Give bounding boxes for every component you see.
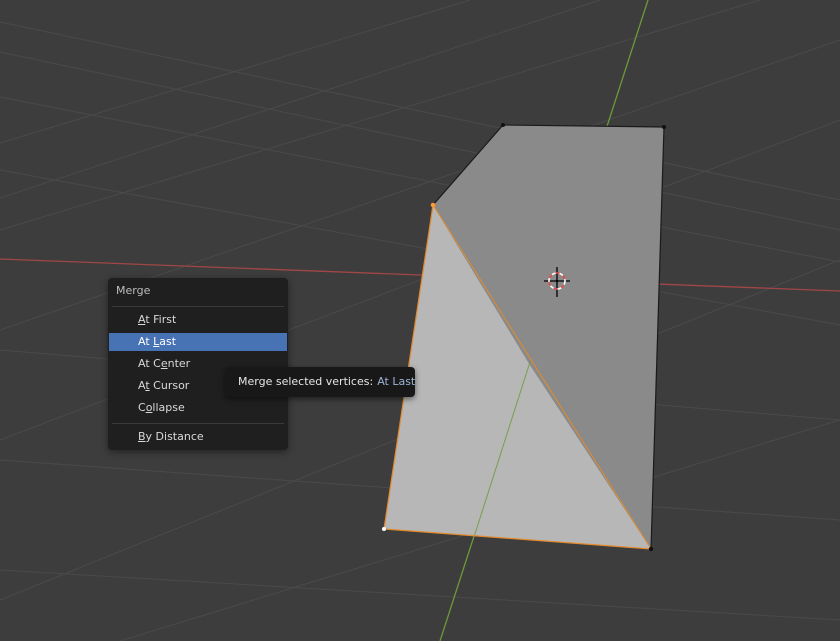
menu-item-label: nter <box>167 357 191 370</box>
active-vertex[interactable] <box>430 202 436 208</box>
menu-item-hotkey: B <box>138 430 146 443</box>
menu-item-label: t First <box>145 313 177 326</box>
tooltip-value: At Last <box>377 375 416 388</box>
menu-separator <box>112 306 284 307</box>
menu-item-hotkey: e <box>160 357 168 370</box>
menu-item-label: At C <box>138 357 161 370</box>
menu-item-at-first[interactable]: At First <box>109 311 287 329</box>
menu-item-label: ast <box>159 335 177 348</box>
menu-separator <box>112 423 284 424</box>
vertex[interactable] <box>648 546 654 552</box>
vertex[interactable] <box>662 125 666 129</box>
menu-item-collapse[interactable]: Collapse <box>109 399 287 417</box>
selected-vertex[interactable] <box>382 527 386 531</box>
menu-item-label: At <box>138 335 154 348</box>
menu-item-label: C <box>138 401 146 414</box>
menu-item-label: llapse <box>152 401 185 414</box>
merge-menu: Merge At First At Last At Center At Curs… <box>108 278 288 450</box>
tooltip: Merge selected vertices: At Last <box>225 367 415 397</box>
menu-item-by-distance[interactable]: By Distance <box>109 428 287 446</box>
menu-item-label: Cursor <box>149 379 190 392</box>
3d-viewport[interactable]: Merge At First At Last At Center At Curs… <box>0 0 840 641</box>
vertex[interactable] <box>501 123 505 127</box>
tooltip-label: Merge selected vertices: <box>238 375 374 388</box>
menu-title: Merge <box>116 284 151 297</box>
menu-item-label: y Distance <box>145 430 204 443</box>
menu-item-at-last[interactable]: At Last <box>109 333 287 351</box>
